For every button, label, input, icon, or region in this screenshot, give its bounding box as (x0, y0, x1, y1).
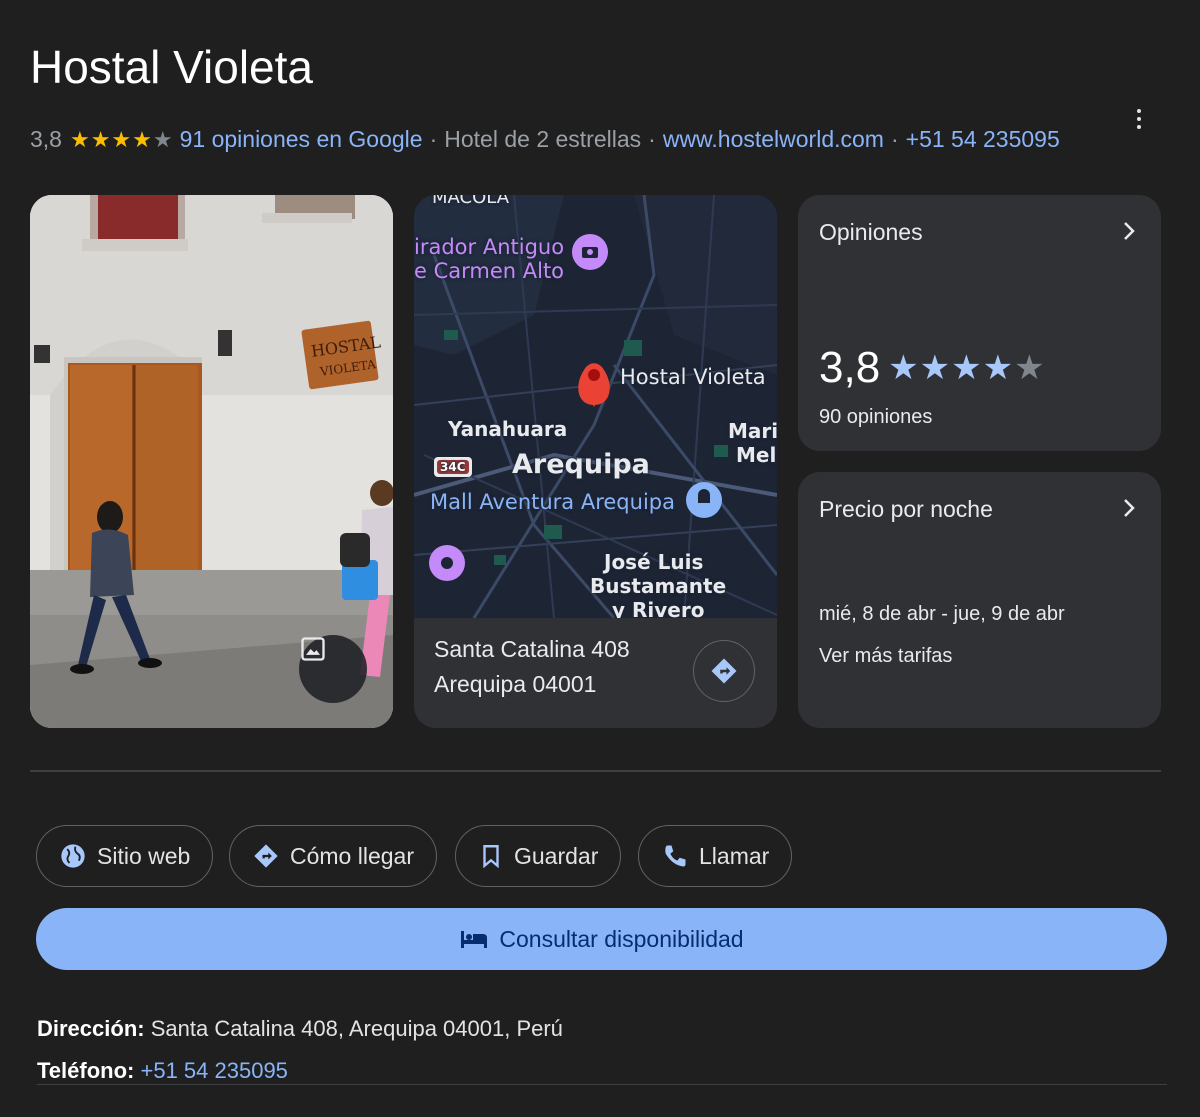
rating-stars: ★★★★★ (70, 127, 174, 153)
map-label: Arequipa (512, 449, 650, 480)
image-icon (301, 637, 325, 661)
map-label: e Carmen Alto (414, 259, 565, 283)
place-title: Hostal Violeta (30, 41, 313, 93)
hotel-photo-card[interactable]: HOSTAL VIOLETA (30, 195, 393, 728)
reviews-link[interactable]: 91 opiniones en Google (180, 126, 423, 153)
map-label: Bustamante (590, 574, 727, 598)
map-directions-button[interactable] (693, 640, 755, 702)
address-value[interactable]: Santa Catalina 408, Arequipa 04001, Perú (151, 1016, 563, 1041)
star-empty-icon: ★ (152, 126, 174, 152)
bed-icon (461, 931, 488, 948)
reviews-rating-value: 3,8 (819, 343, 881, 392)
map-label: MACOLA (432, 195, 510, 208)
phone-link[interactable]: +51 54 235095 (906, 126, 1060, 153)
map-view[interactable]: MACOLA irador Antiguo e Carmen Alto Host… (414, 195, 777, 618)
website-link[interactable]: www.hostelworld.com (663, 126, 884, 153)
check-availability-button[interactable]: Consultar disponibilidad (36, 908, 1167, 970)
rating-value: 3,8 (30, 126, 62, 152)
hotel-class: Hotel de 2 estrellas (444, 126, 642, 152)
website-button-label: Sitio web (97, 842, 191, 869)
call-button-label: Llamar (699, 842, 770, 869)
price-card-title: Precio por noche (819, 496, 993, 522)
reviews-count: 90 opiniones (819, 406, 933, 428)
check-availability-label: Consultar disponibilidad (499, 925, 744, 952)
map-label: irador Antiguo (414, 235, 565, 259)
star-empty-icon: ★ (1014, 349, 1046, 387)
map-label: Mel (736, 443, 777, 467)
phone-label: Teléfono: (37, 1058, 135, 1083)
chevron-right-icon (1124, 499, 1135, 517)
map-label: José Luis (604, 550, 704, 574)
separator: · (890, 126, 899, 152)
separator: · (429, 126, 438, 152)
bookmark-icon (483, 845, 499, 869)
map-label: y Rivero (612, 598, 705, 618)
call-button[interactable]: Llamar (638, 825, 793, 887)
map-label: Mari (728, 419, 777, 443)
phone-value-link[interactable]: +51 54 235095 (140, 1058, 287, 1083)
directions-icon (711, 658, 737, 684)
map-card[interactable]: MACOLA irador Antiguo e Carmen Alto Host… (414, 195, 777, 728)
map-label: Hostal Violeta (620, 365, 766, 389)
star-full-icon: ★★★★ (69, 126, 153, 152)
address-line1: Santa Catalina 408 (434, 636, 630, 662)
address-detail: Dirección: Santa Catalina 408, Arequipa … (37, 1016, 563, 1042)
road-shield: 34C (440, 460, 466, 474)
reviews-stars: ★★★★★ (888, 348, 1045, 388)
more-rates-link[interactable]: Ver más tarifas (819, 645, 952, 668)
reviews-rating: 3,8 ★★★★★ (819, 343, 1046, 393)
directions-button-label: Cómo llegar (290, 842, 414, 869)
photos-button[interactable] (299, 635, 367, 703)
section-divider (30, 770, 1161, 772)
more-options-icon[interactable] (1126, 104, 1152, 134)
price-card[interactable]: Precio por noche mié, 8 de abr - jue, 9 … (798, 472, 1161, 728)
directions-icon (254, 844, 278, 868)
globe-icon (61, 844, 85, 868)
address-line2: Arequipa 04001 (434, 671, 597, 697)
phone-detail: Teléfono: +51 54 235095 (37, 1058, 288, 1084)
phone-icon (665, 845, 686, 867)
map-label: Yanahuara (448, 417, 568, 441)
bottom-divider (37, 1084, 1167, 1085)
address-label: Dirección: (37, 1016, 145, 1041)
website-button[interactable]: Sitio web (36, 825, 214, 887)
reviews-card-title: Opiniones (819, 219, 923, 245)
star-full-icon: ★★★★ (888, 349, 1015, 387)
map-label: Mall Aventura Arequipa (430, 490, 675, 514)
reviews-card[interactable]: Opiniones 3,8 ★★★★★ 90 opiniones (798, 195, 1161, 451)
save-button-label: Guardar (514, 842, 599, 869)
save-button[interactable]: Guardar (455, 825, 622, 887)
place-summary: 3,8 ★★★★★ 91 opiniones en Google · Hotel… (30, 126, 1060, 153)
map-address: Santa Catalina 408 Arequipa 04001 (414, 618, 777, 728)
separator: · (648, 126, 656, 152)
chevron-right-icon (1124, 222, 1135, 240)
directions-button[interactable]: Cómo llegar (229, 825, 437, 887)
price-dates: mié, 8 de abr - jue, 9 de abr (819, 603, 1065, 625)
